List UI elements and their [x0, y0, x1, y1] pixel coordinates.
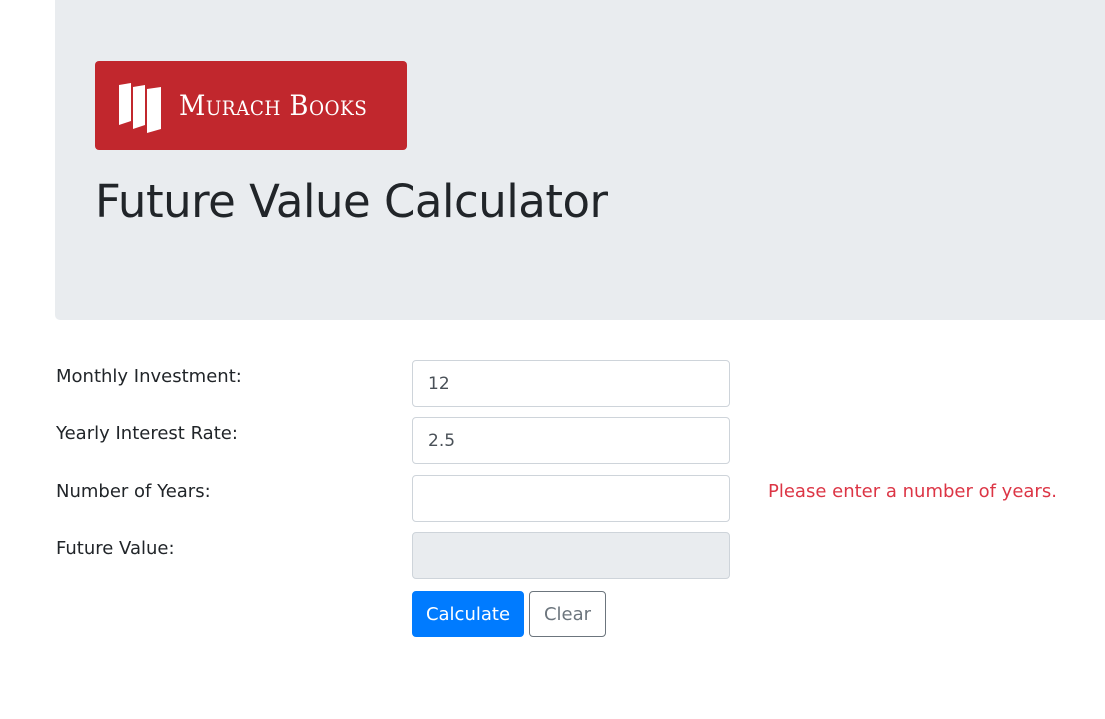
future-value-output	[412, 532, 730, 579]
book-pages-icon	[119, 83, 161, 133]
years-label: Number of Years:	[56, 481, 211, 502]
years-input[interactable]	[412, 475, 730, 522]
header-jumbotron: Murach Books Future Value Calculator	[55, 0, 1105, 320]
clear-button[interactable]: Clear	[529, 591, 606, 637]
rate-input[interactable]	[412, 417, 730, 464]
investment-input[interactable]	[412, 360, 730, 407]
years-error-message: Please enter a number of years.	[768, 481, 1057, 502]
logo-text: Murach Books	[179, 89, 368, 122]
future-value-label: Future Value:	[56, 538, 175, 559]
investment-label: Monthly Investment:	[56, 366, 242, 387]
page-title: Future Value Calculator	[95, 175, 608, 228]
calculate-button[interactable]: Calculate	[412, 591, 524, 637]
murach-books-logo: Murach Books	[95, 61, 407, 150]
rate-label: Yearly Interest Rate:	[56, 423, 238, 444]
